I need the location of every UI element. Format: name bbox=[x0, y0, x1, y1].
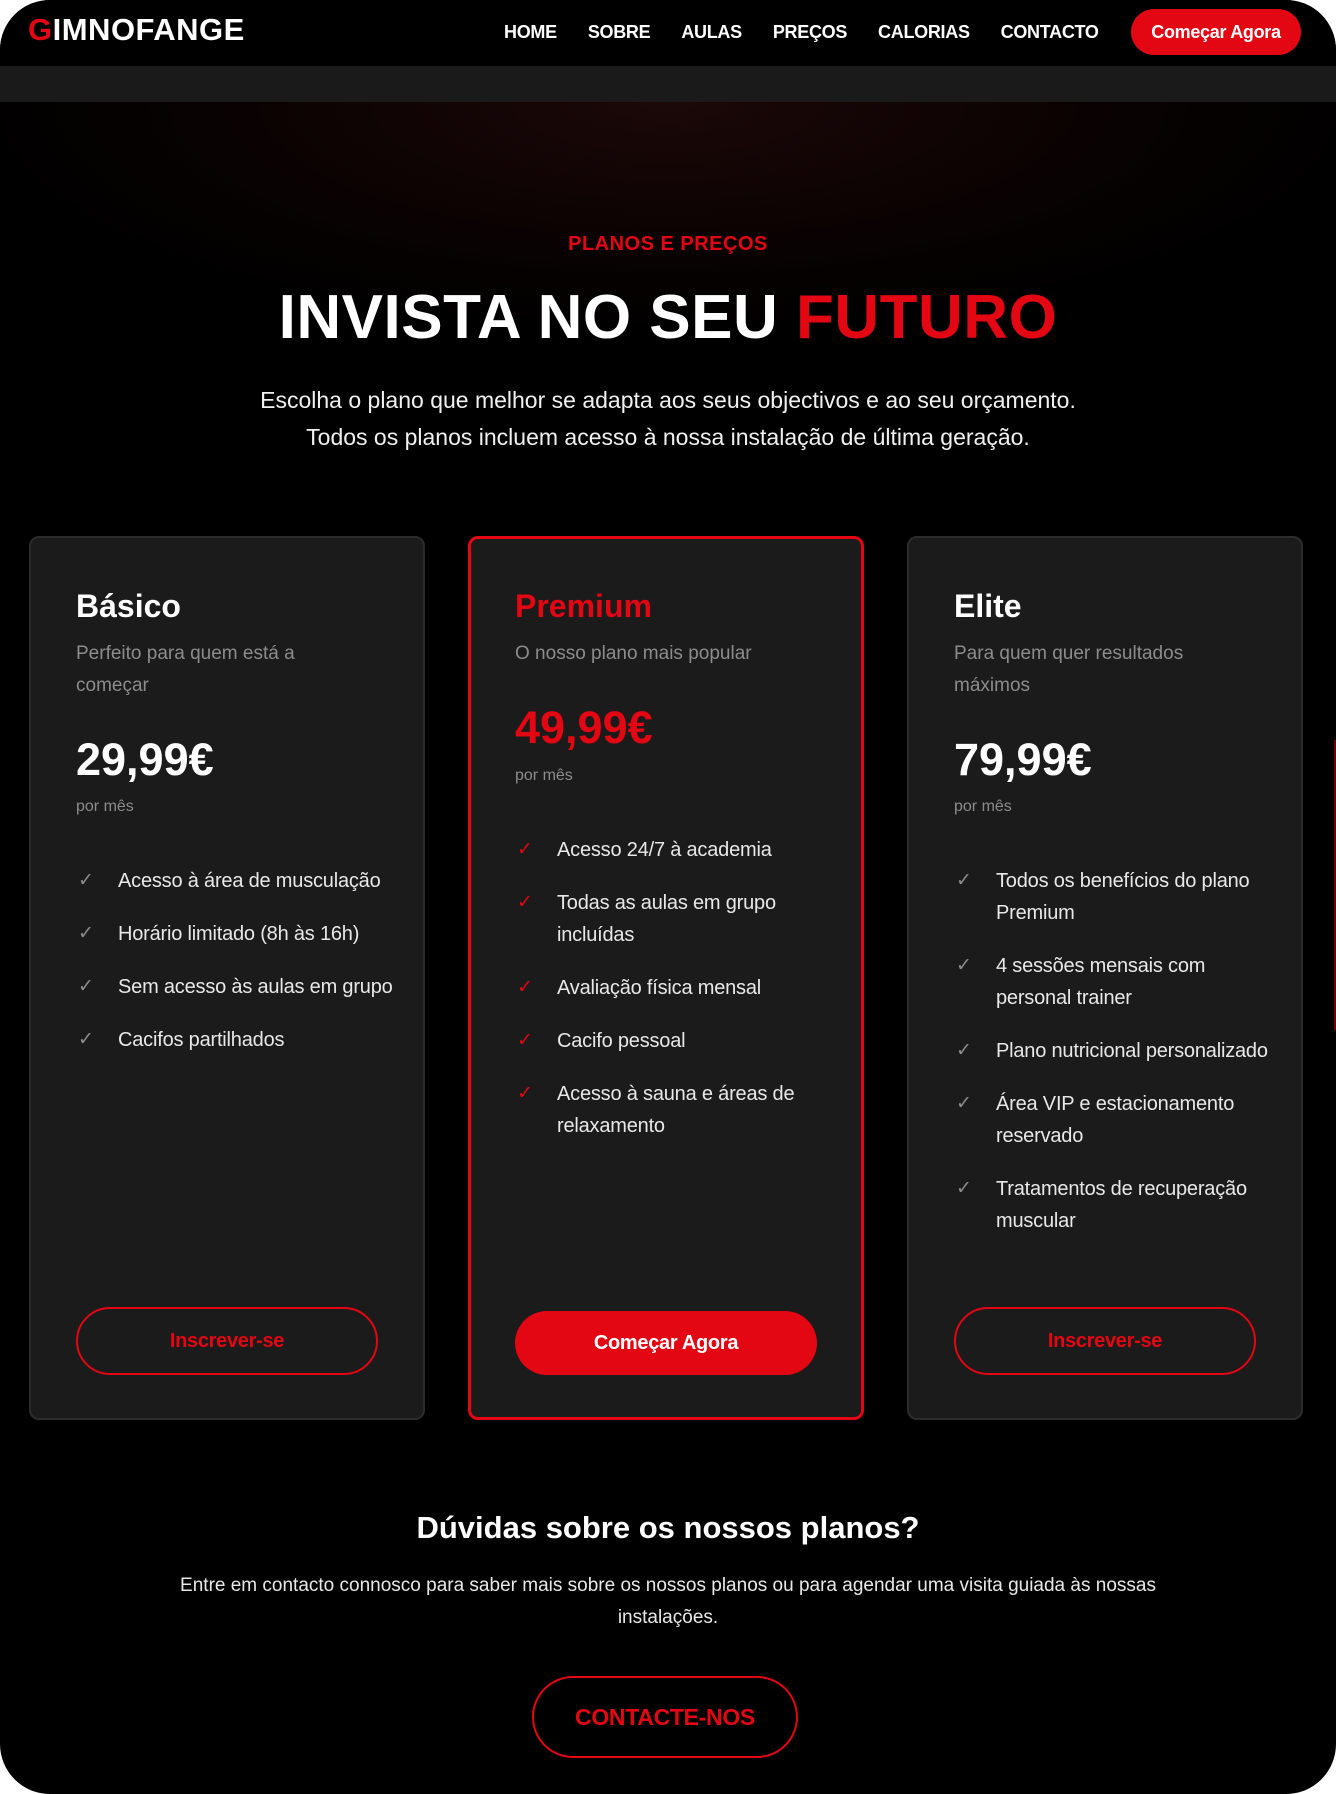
page: GIMNOFANGE HOME SOBRE AULAS PREÇOS CALOR… bbox=[0, 0, 1336, 1794]
nav-link-precos[interactable]: PREÇOS bbox=[773, 22, 848, 43]
check-icon: ✓ bbox=[78, 976, 94, 997]
feature-item: ✓ Todos os benefícios do plano Premium bbox=[954, 865, 1274, 929]
feature-text: Acesso 24/7 à academia bbox=[557, 839, 772, 861]
nav-link-aulas[interactable]: AULAS bbox=[681, 22, 742, 43]
check-icon: ✓ bbox=[956, 870, 972, 891]
feature-list: ✓ Todos os benefícios do plano Premium ✓ 4… bbox=[954, 865, 1274, 1258]
check-icon: ✓ bbox=[78, 923, 94, 944]
feature-item: ✓ Acesso à sauna e áreas de relaxamento bbox=[515, 1078, 835, 1142]
nav-link-sobre[interactable]: SOBRE bbox=[588, 22, 651, 43]
nav-cta-button[interactable]: Começar Agora bbox=[1131, 9, 1301, 55]
feature-item: ✓ Acesso à área de musculação bbox=[76, 865, 396, 897]
check-icon: ✓ bbox=[78, 1029, 94, 1050]
intro-line-2: Todos os planos incluem acesso à nossa i… bbox=[306, 424, 1030, 450]
feature-item: ✓ Horário limitado (8h às 16h) bbox=[76, 918, 396, 950]
feature-text: Avaliação física mensal bbox=[557, 977, 762, 999]
plan-card-basico: Básico Perfeito para quem está a começar… bbox=[29, 536, 425, 1420]
plan-period: por mês bbox=[76, 798, 134, 815]
feature-list: ✓ Acesso 24/7 à academia ✓ Todas as aulas … bbox=[515, 834, 835, 1163]
faq-title: Dúvidas sobre os nossos planos? bbox=[416, 1510, 920, 1545]
plan-description: O nosso plano mais popular bbox=[515, 643, 752, 664]
section-intro: Escolha o plano que melhor se adapta aos… bbox=[0, 382, 1336, 456]
plan-description: Para quem quer resultados máximos bbox=[954, 643, 1184, 696]
nav-link-contacto[interactable]: CONTACTO bbox=[1001, 22, 1099, 43]
feature-item: ✓ Tratamentos de recuperação muscular bbox=[954, 1173, 1274, 1237]
feature-item: ✓ Avaliação física mensal bbox=[515, 972, 835, 1004]
nav-link-home[interactable]: HOME bbox=[504, 22, 557, 43]
title-accent: FUTURO bbox=[796, 283, 1058, 352]
feature-text: Todos os benefícios do plano Premium bbox=[996, 870, 1250, 924]
feature-text: Área VIP e estacionamento reservado bbox=[996, 1093, 1235, 1147]
plan-card-elite: Elite Para quem quer resultados máximos … bbox=[907, 536, 1303, 1420]
check-icon: ✓ bbox=[517, 839, 533, 860]
feature-item: ✓ 4 sessões mensais com personal trainer bbox=[954, 950, 1274, 1014]
check-icon: ✓ bbox=[956, 1093, 972, 1114]
top-navbar: GIMNOFANGE HOME SOBRE AULAS PREÇOS CALOR… bbox=[0, 0, 1336, 66]
intro-line-1: Escolha o plano que melhor se adapta aos… bbox=[260, 387, 1076, 413]
section-title: INVISTA NO SEU FUTURO bbox=[0, 282, 1336, 353]
faq-text: Entre em contacto connosco para saber ma… bbox=[180, 1575, 1156, 1628]
plan-description: Perfeito para quem está a começar bbox=[76, 643, 295, 696]
check-icon: ✓ bbox=[956, 1040, 972, 1061]
feature-text: Cacifo pessoal bbox=[557, 1030, 686, 1052]
plan-period: por mês bbox=[954, 798, 1012, 815]
feature-item: ✓ Sem acesso às aulas em grupo bbox=[76, 971, 396, 1003]
feature-text: Todas as aulas em grupo incluídas bbox=[557, 892, 776, 946]
check-icon: ✓ bbox=[956, 955, 972, 976]
get-started-button[interactable]: Começar Agora bbox=[515, 1311, 817, 1375]
check-icon: ✓ bbox=[517, 1030, 533, 1051]
feature-text: Acesso à área de musculação bbox=[118, 870, 381, 892]
signup-button[interactable]: Inscrever-se bbox=[954, 1307, 1256, 1375]
check-icon: ✓ bbox=[517, 977, 533, 998]
plan-price: 49,99€ bbox=[515, 702, 653, 753]
feature-text: Horário limitado (8h às 16h) bbox=[118, 923, 360, 945]
nav-link-calorias[interactable]: CALORIAS bbox=[878, 22, 970, 43]
feature-item: ✓ Cacifo pessoal bbox=[515, 1025, 835, 1057]
feature-item: ✓ Cacifos partilhados bbox=[76, 1024, 396, 1056]
plan-name: Elite bbox=[954, 588, 1022, 624]
plan-card-premium: Premium O nosso plano mais popular 49,99… bbox=[468, 536, 864, 1420]
check-icon: ✓ bbox=[517, 892, 533, 913]
feature-text: Acesso à sauna e áreas de relaxamento bbox=[557, 1083, 795, 1137]
logo-text: IMNOFANGE bbox=[52, 12, 245, 47]
feature-text: Tratamentos de recuperação muscular bbox=[996, 1178, 1247, 1232]
logo[interactable]: GIMNOFANGE bbox=[28, 12, 245, 48]
feature-item: ✓ Todas as aulas em grupo incluídas bbox=[515, 887, 835, 951]
check-icon: ✓ bbox=[517, 1083, 533, 1104]
contact-button[interactable]: CONTACTE-NOS bbox=[532, 1676, 798, 1758]
feature-text: Cacifos partilhados bbox=[118, 1029, 285, 1051]
plan-period: por mês bbox=[515, 767, 573, 784]
feature-item: ✓ Plano nutricional personalizado bbox=[954, 1035, 1274, 1067]
nav-links: HOME SOBRE AULAS PREÇOS CALORIAS CONTACT… bbox=[504, 22, 1130, 43]
logo-initial: G bbox=[28, 12, 53, 47]
check-icon: ✓ bbox=[956, 1178, 972, 1199]
feature-text: 4 sessões mensais com personal trainer bbox=[996, 955, 1206, 1009]
signup-button[interactable]: Inscrever-se bbox=[76, 1307, 378, 1375]
feature-item: ✓ Área VIP e estacionamento reservado bbox=[954, 1088, 1274, 1152]
feature-item: ✓ Acesso 24/7 à academia bbox=[515, 834, 835, 866]
feature-list: ✓ Acesso à área de musculação ✓ Horário li… bbox=[76, 865, 396, 1077]
plan-price: 79,99€ bbox=[954, 734, 1092, 785]
feature-text: Plano nutricional personalizado bbox=[996, 1040, 1268, 1062]
plan-name: Premium bbox=[515, 588, 652, 624]
section-eyebrow: PLANOS E PREÇOS bbox=[568, 233, 768, 255]
check-icon: ✓ bbox=[78, 870, 94, 891]
feature-text: Sem acesso às aulas em grupo bbox=[118, 976, 393, 998]
plan-price: 29,99€ bbox=[76, 734, 214, 785]
title-main: INVISTA NO SEU bbox=[278, 283, 797, 352]
plan-name: Básico bbox=[76, 588, 181, 624]
nav-subbar bbox=[0, 66, 1336, 102]
